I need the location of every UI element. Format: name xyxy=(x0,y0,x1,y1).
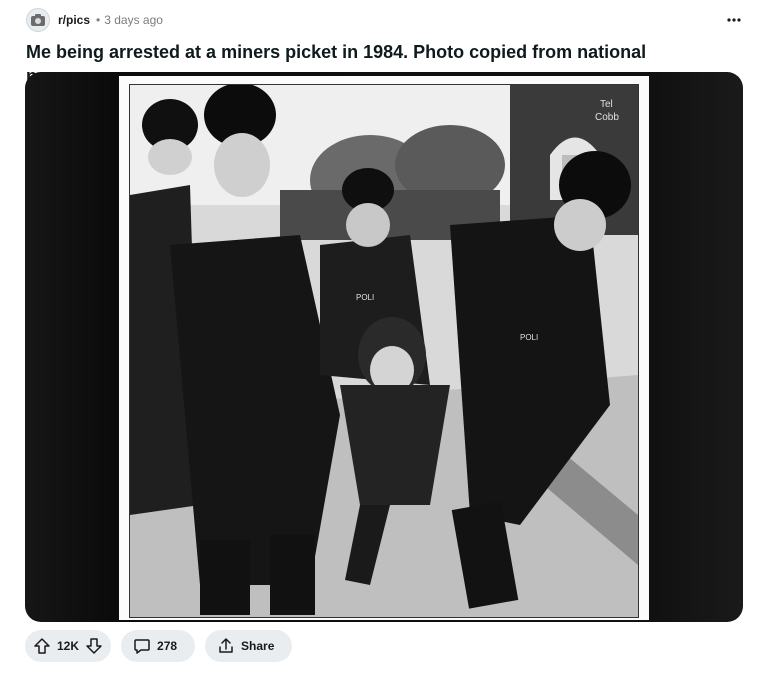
photo-frame: Tel Cobb POLI POLI xyxy=(119,76,649,620)
downvote-arrow-icon xyxy=(86,638,102,654)
svg-text:Cobb: Cobb xyxy=(595,112,619,123)
post-actions: 12K 278 Share xyxy=(25,630,293,662)
photo-illustration: Tel Cobb POLI POLI xyxy=(130,85,638,617)
more-options-button[interactable] xyxy=(722,8,746,32)
subreddit-avatar[interactable] xyxy=(26,8,50,32)
comments-button[interactable]: 278 xyxy=(121,630,196,662)
downvote-button[interactable] xyxy=(85,637,103,655)
camera-icon xyxy=(31,14,45,26)
more-options-icon xyxy=(727,18,741,22)
upvote-button[interactable] xyxy=(33,637,51,655)
share-icon xyxy=(219,638,233,653)
subreddit-link[interactable]: r/pics xyxy=(58,13,90,27)
comment-count: 278 xyxy=(157,639,178,653)
share-label: Share xyxy=(241,639,275,653)
vote-control: 12K xyxy=(25,630,112,662)
post-header: r/pics • 3 days ago xyxy=(26,8,746,32)
upvote-arrow-icon xyxy=(34,638,50,654)
separator-dot: • xyxy=(96,13,101,27)
helmet-label: POLI xyxy=(356,293,374,302)
arrest-photo[interactable]: Tel Cobb POLI POLI xyxy=(129,84,639,618)
svg-text:POLI: POLI xyxy=(520,333,538,342)
post-media[interactable]: Tel Cobb POLI POLI xyxy=(25,72,743,622)
vote-count: 12K xyxy=(57,639,80,653)
post-timestamp: 3 days ago xyxy=(104,13,163,27)
comment-bubble-icon xyxy=(134,639,150,654)
building-sign-text: Tel xyxy=(600,99,613,110)
share-button[interactable]: Share xyxy=(205,630,293,662)
